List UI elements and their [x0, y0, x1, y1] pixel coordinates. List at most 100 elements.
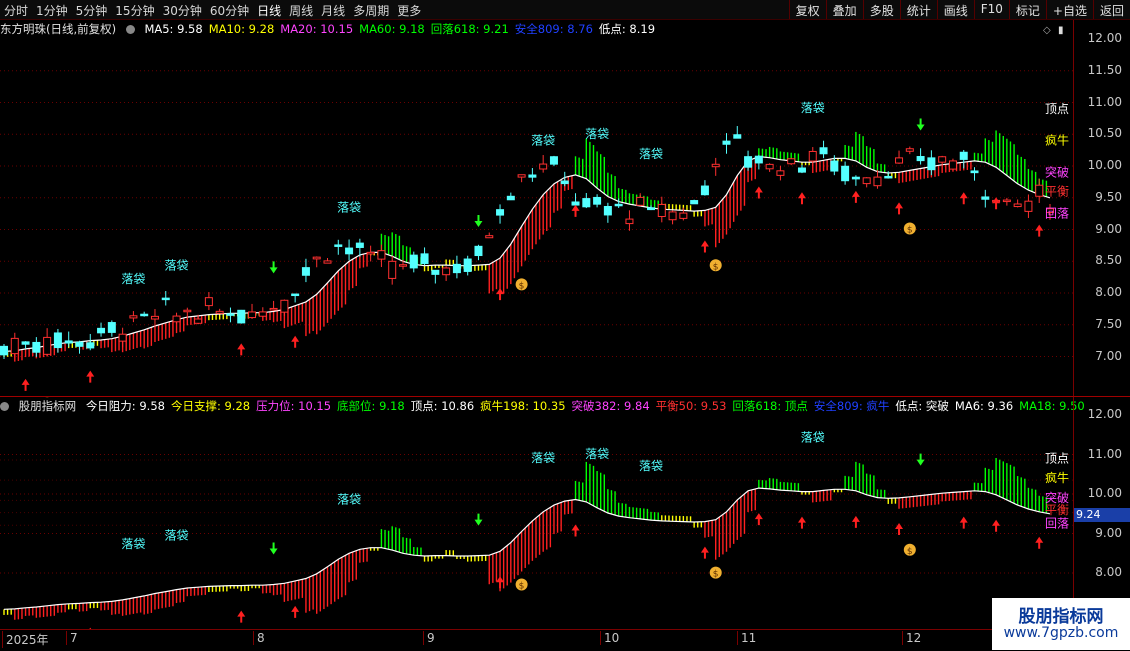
candle-body	[141, 314, 148, 316]
candle-body	[831, 161, 838, 171]
candle-body	[486, 236, 493, 238]
candle-body	[443, 268, 450, 275]
candle-body	[399, 265, 406, 267]
pocket-label: 落袋	[801, 101, 825, 115]
up-arrow-icon	[992, 197, 1000, 209]
up-arrow-icon	[895, 202, 903, 214]
toolbar-button-8[interactable]: 返回	[1093, 0, 1130, 19]
period-tab-6[interactable]: 日线	[257, 4, 281, 18]
period-tab-0[interactable]: 分时	[4, 4, 28, 18]
money-bag-icon: $	[710, 259, 722, 272]
period-tab-4[interactable]: 30分钟	[163, 4, 202, 18]
candle-body	[98, 328, 105, 332]
down-arrow-icon	[474, 514, 482, 526]
toolbar-button-6[interactable]: 标记	[1009, 0, 1046, 19]
period-tab-1[interactable]: 1分钟	[36, 4, 68, 18]
money-bag-sign: $	[907, 547, 913, 557]
main-axis-tick: 11.50	[1088, 63, 1122, 77]
indicator-chart[interactable]: 落袋落袋落袋落袋落袋落袋落袋$$$$顶点疯牛突破平衡回落	[0, 397, 1074, 629]
candle-body	[594, 197, 601, 204]
candle-body	[184, 310, 191, 312]
toolbar-button-4[interactable]: 画线	[937, 0, 974, 19]
toolbar-button-7[interactable]: +自选	[1046, 0, 1093, 19]
period-toolbar: 分时 1分钟 5分钟 15分钟 30分钟 60分钟日线周线月线多周期更多 复权叠加多股统计…	[0, 0, 1130, 20]
up-arrow-icon	[291, 336, 299, 348]
candle-body	[432, 270, 439, 274]
level-label: 疯牛	[1045, 470, 1069, 485]
date-label: 8	[253, 631, 265, 645]
candle-body	[637, 197, 644, 205]
period-tab-8[interactable]: 月线	[321, 4, 345, 18]
candle-body	[766, 164, 773, 168]
up-arrow-icon	[701, 240, 709, 252]
candle-body	[852, 177, 859, 179]
candle-body	[906, 149, 913, 152]
candle-body	[497, 210, 504, 215]
up-arrow-icon	[992, 520, 1000, 532]
up-arrow-icon	[960, 517, 968, 529]
up-arrow-icon	[496, 576, 504, 588]
candle-body	[119, 334, 126, 341]
toolbar-button-2[interactable]: 多股	[863, 0, 900, 19]
candle-body	[550, 157, 557, 164]
level-label: 疯牛	[1045, 133, 1069, 148]
candle-body	[421, 254, 428, 264]
period-tab-5[interactable]: 60分钟	[210, 4, 249, 18]
candle-body	[238, 310, 245, 323]
candle-body	[648, 208, 655, 210]
pocket-label: 落袋	[585, 447, 609, 461]
candle-body	[292, 294, 299, 296]
main-candlestick-chart[interactable]: 落袋落袋落袋落袋落袋落袋落袋$$$$顶点疯牛突破平衡回落	[0, 20, 1074, 398]
date-label: 7	[66, 631, 78, 645]
down-arrow-icon	[270, 542, 278, 554]
toolbar-button-3[interactable]: 统计	[900, 0, 937, 19]
period-tab-7[interactable]: 周线	[289, 4, 313, 18]
main-axis-tick: 10.00	[1088, 158, 1122, 172]
candle-body	[259, 312, 266, 316]
up-arrow-icon	[798, 192, 806, 204]
candle-body	[604, 206, 611, 214]
candle-body	[896, 158, 903, 163]
pocket-label: 落袋	[801, 431, 825, 445]
candle-body	[820, 148, 827, 154]
period-tab-2[interactable]: 5分钟	[76, 4, 108, 18]
toolbar-button-0[interactable]: 复权	[789, 0, 826, 19]
candle-body	[691, 201, 698, 204]
toolbar-button-5[interactable]: F10	[974, 0, 1009, 19]
candle-body	[453, 264, 460, 272]
candle-body	[33, 342, 40, 352]
candle-body	[658, 204, 665, 216]
up-arrow-icon	[852, 191, 860, 203]
period-tab-10[interactable]: 更多	[397, 4, 421, 18]
up-arrow-icon	[291, 606, 299, 618]
candle-body	[162, 298, 169, 300]
pocket-label: 落袋	[165, 259, 189, 273]
pocket-label: 落袋	[531, 134, 555, 148]
period-tab-3[interactable]: 15分钟	[115, 4, 154, 18]
main-axis-tick: 8.00	[1095, 285, 1122, 299]
up-arrow-icon	[852, 516, 860, 528]
candle-body	[874, 177, 881, 186]
candle-body	[44, 337, 51, 354]
candle-body	[949, 161, 956, 169]
candle-body	[302, 268, 309, 276]
up-arrow-icon	[572, 525, 580, 537]
date-label: 12	[902, 631, 921, 645]
money-bag-sign: $	[713, 262, 719, 272]
money-bag-sign: $	[713, 570, 719, 580]
candle-body	[572, 202, 579, 205]
candle-body	[842, 166, 849, 180]
toolbar-button-1[interactable]: 叠加	[826, 0, 863, 19]
date-axis: 2025年789101112	[0, 629, 1074, 651]
date-label: 11	[737, 631, 756, 645]
candle-body	[22, 342, 29, 344]
candle-body	[216, 311, 223, 313]
period-tab-9[interactable]: 多周期	[353, 4, 389, 18]
ma-line	[4, 488, 1050, 609]
period-tabs: 分时 1分钟 5分钟 15分钟 30分钟 60分钟日线周线月线多周期更多	[4, 2, 429, 19]
candle-body	[960, 152, 967, 159]
candle-body	[1003, 200, 1010, 202]
candle-body	[518, 175, 525, 177]
candle-body	[249, 312, 256, 318]
candle-body	[65, 341, 72, 343]
